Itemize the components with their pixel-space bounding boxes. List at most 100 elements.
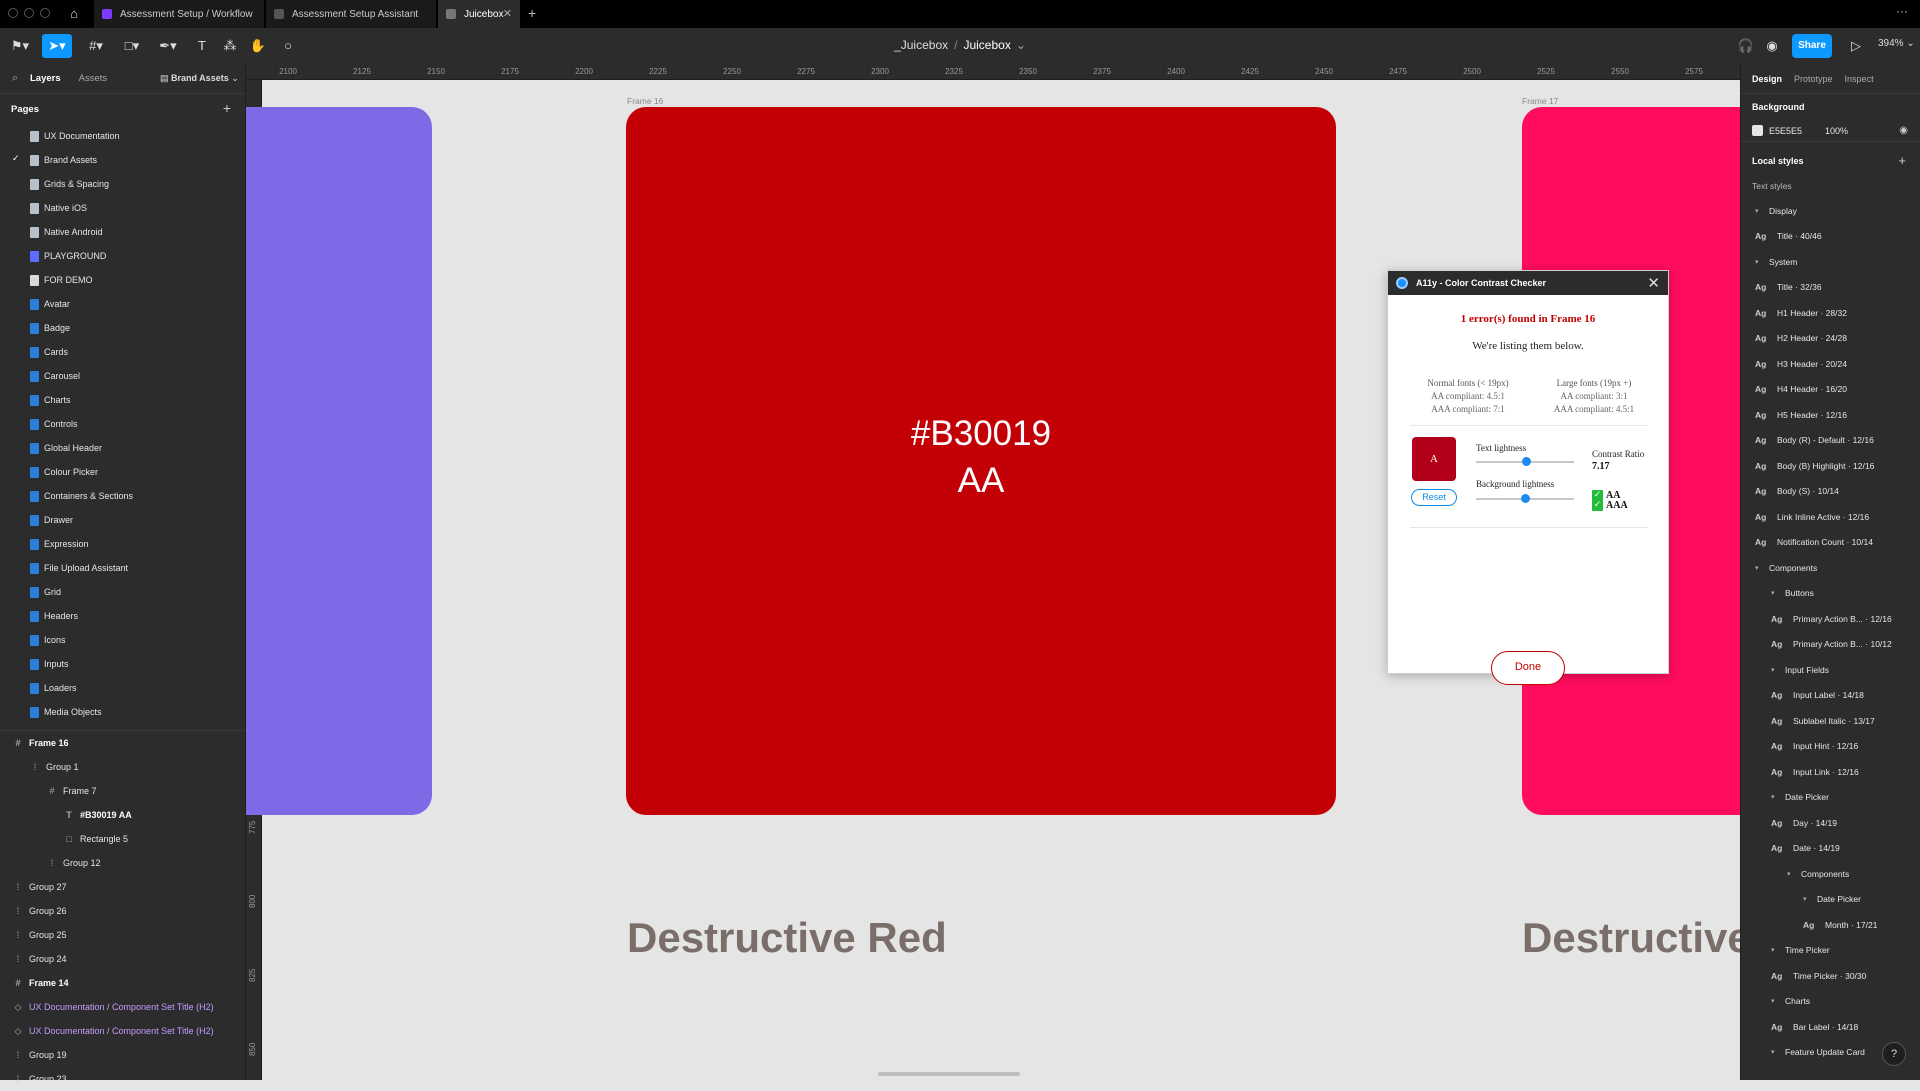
layer-row[interactable]: □ Rectangle 5 — [0, 827, 245, 851]
page-item[interactable]: Native iOS — [0, 196, 245, 220]
help-button[interactable]: ? — [1882, 1042, 1906, 1066]
maximize-window-icon[interactable] — [40, 8, 50, 18]
style-group[interactable]: ▾ Charts — [1741, 989, 1920, 1015]
page-item[interactable]: Icons — [0, 628, 245, 652]
more-menu-icon[interactable]: ··· — [1896, 4, 1908, 18]
slider-handle[interactable] — [1522, 457, 1532, 466]
tab-layers[interactable]: Layers — [30, 73, 61, 84]
style-group[interactable]: ▾ Display — [1741, 198, 1920, 224]
background-opacity[interactable]: 100% — [1825, 126, 1848, 136]
page-item[interactable]: ✓ Brand Assets — [0, 148, 245, 172]
text-tool-icon[interactable]: T — [190, 34, 214, 58]
layer-row[interactable]: ◇ UX Documentation / Component Set Title … — [0, 995, 245, 1019]
text-style-item[interactable]: Ag Body (B) Highlight · 12/16 — [1741, 453, 1920, 479]
layer-row[interactable]: ⁞ Group 1 — [0, 755, 245, 779]
page-item[interactable]: Grid — [0, 580, 245, 604]
page-item[interactable]: Headers — [0, 604, 245, 628]
text-style-item[interactable]: Ag Bar Label · 14/18 — [1741, 1014, 1920, 1040]
eye-icon[interactable]: ◉ — [1899, 125, 1908, 136]
frame-16-label[interactable]: Frame 16 — [627, 96, 663, 106]
layer-row[interactable]: # Frame 14 — [0, 971, 245, 995]
page-item[interactable]: Drawer — [0, 508, 245, 532]
layer-row[interactable]: # Frame 7 — [0, 779, 245, 803]
page-item[interactable]: PLAYGROUND — [0, 244, 245, 268]
style-group[interactable]: ▾ Time Picker — [1741, 938, 1920, 964]
comment-tool-icon[interactable]: ○ — [276, 34, 300, 58]
text-style-item[interactable]: Ag Primary Action B... · 12/16 — [1741, 606, 1920, 632]
layer-row[interactable]: ⁞ Group 25 — [0, 923, 245, 947]
text-style-item[interactable]: Ag Link Inline Active · 12/16 — [1741, 504, 1920, 530]
style-group[interactable]: ▾ Date Picker — [1741, 785, 1920, 811]
present-icon[interactable]: ▷ — [1844, 34, 1868, 58]
tab-design[interactable]: Design — [1752, 74, 1782, 84]
swatch-hex-label[interactable]: #B30019 — [626, 411, 1336, 457]
breadcrumb-team[interactable]: _Juicebox — [894, 38, 948, 52]
page-item[interactable]: File Upload Assistant — [0, 556, 245, 580]
text-style-item[interactable]: Ag H1 Header · 28/32 — [1741, 300, 1920, 326]
headphones-icon[interactable]: 🎧 — [1734, 34, 1758, 58]
search-icon[interactable]: ⌕ — [12, 72, 18, 85]
components-icon[interactable]: ⁂ — [218, 34, 242, 58]
add-style-icon[interactable]: + — [1898, 153, 1906, 168]
style-group[interactable]: ▾ Input Fields — [1741, 657, 1920, 683]
page-item[interactable]: Global Header — [0, 436, 245, 460]
browser-tab-assistant[interactable]: Assessment Setup Assistant — [266, 0, 436, 28]
text-style-item[interactable]: Ag Month · 17/21 — [1741, 912, 1920, 938]
tab-inspect[interactable]: Inspect — [1845, 74, 1874, 84]
style-group[interactable]: ▾ Buttons — [1741, 581, 1920, 607]
page-item[interactable]: Inputs — [0, 652, 245, 676]
swatch-rating-label[interactable]: AA — [626, 458, 1336, 504]
layer-row[interactable]: # Frame 16 — [0, 731, 245, 755]
text-style-item[interactable]: Ag Input Label · 14/18 — [1741, 683, 1920, 709]
background-lightness-slider[interactable] — [1476, 494, 1574, 503]
share-button[interactable]: Share — [1792, 34, 1832, 58]
text-style-item[interactable]: Ag Primary Action B... · 10/12 — [1741, 632, 1920, 658]
tab-assets[interactable]: Assets — [79, 73, 108, 84]
layer-row[interactable]: ⁞ Group 19 — [0, 1043, 245, 1067]
text-style-item[interactable]: Ag H3 Header · 20/24 — [1741, 351, 1920, 377]
text-style-item[interactable]: Ag Input Link · 12/16 — [1741, 759, 1920, 785]
frame-17-label[interactable]: Frame 17 — [1522, 96, 1558, 106]
style-group[interactable]: ▾ Date Picker — [1741, 887, 1920, 913]
page-item[interactable]: UX Documentation — [0, 124, 245, 148]
browser-tab-workflow[interactable]: Assessment Setup / Workflow — [94, 0, 264, 28]
background-hex[interactable]: E5E5E5 — [1769, 126, 1802, 136]
color-swatch-purple[interactable] — [246, 107, 432, 815]
page-item[interactable]: Native Android — [0, 220, 245, 244]
layer-row[interactable]: ⁞ Group 26 — [0, 899, 245, 923]
layer-row[interactable]: T #B30019 AA — [0, 803, 245, 827]
chevron-down-icon[interactable]: ⌄ — [1016, 38, 1026, 52]
layer-row[interactable]: ⁞ Group 24 — [0, 947, 245, 971]
text-style-item[interactable]: Ag Input Hint · 12/16 — [1741, 734, 1920, 760]
main-menu-icon[interactable]: ⚑▾ — [8, 34, 32, 58]
pen-tool-icon[interactable]: ✒▾ — [156, 34, 180, 58]
page-item[interactable]: Cards — [0, 340, 245, 364]
page-item[interactable]: Grids & Spacing — [0, 172, 245, 196]
close-tab-icon[interactable]: ✕ — [503, 7, 512, 20]
page-item[interactable]: Charts — [0, 388, 245, 412]
done-button[interactable]: Done — [1491, 651, 1565, 685]
page-item[interactable]: Loaders — [0, 676, 245, 700]
text-style-item[interactable]: Ag Body (R) - Default · 12/16 — [1741, 428, 1920, 454]
style-group[interactable]: ▾ Components — [1741, 555, 1920, 581]
text-style-item[interactable]: Ag Title · 32/36 — [1741, 275, 1920, 301]
breadcrumb-file[interactable]: Juicebox — [963, 38, 1010, 52]
swatch-title-destructive[interactable]: Destructive — [1522, 914, 1740, 962]
horizontal-scrollbar[interactable] — [878, 1072, 1020, 1076]
page-item[interactable]: Carousel — [0, 364, 245, 388]
layer-row[interactable]: ⁞ Group 23 — [0, 1067, 245, 1091]
text-style-item[interactable]: Ag Title · 40/46 — [1741, 224, 1920, 250]
text-style-item[interactable]: Ag H5 Header · 12/16 — [1741, 402, 1920, 428]
text-style-item[interactable]: Ag H4 Header · 16/20 — [1741, 377, 1920, 403]
page-item[interactable]: Expression — [0, 532, 245, 556]
text-style-item[interactable]: Ag H2 Header · 24/28 — [1741, 326, 1920, 352]
minimize-window-icon[interactable] — [24, 8, 34, 18]
text-style-item[interactable]: Ag Body (S) · 10/14 — [1741, 479, 1920, 505]
close-icon[interactable]: ✕ — [1647, 274, 1660, 292]
home-icon[interactable]: ⌂ — [64, 4, 84, 24]
page-item[interactable]: Containers & Sections — [0, 484, 245, 508]
swatch-title-destructive-red[interactable]: Destructive Red — [627, 914, 947, 962]
shape-tool-icon[interactable]: □▾ — [120, 34, 144, 58]
new-tab-button[interactable]: + — [528, 5, 536, 21]
browser-tab-juicebox[interactable]: Juicebox ✕ — [438, 0, 520, 28]
